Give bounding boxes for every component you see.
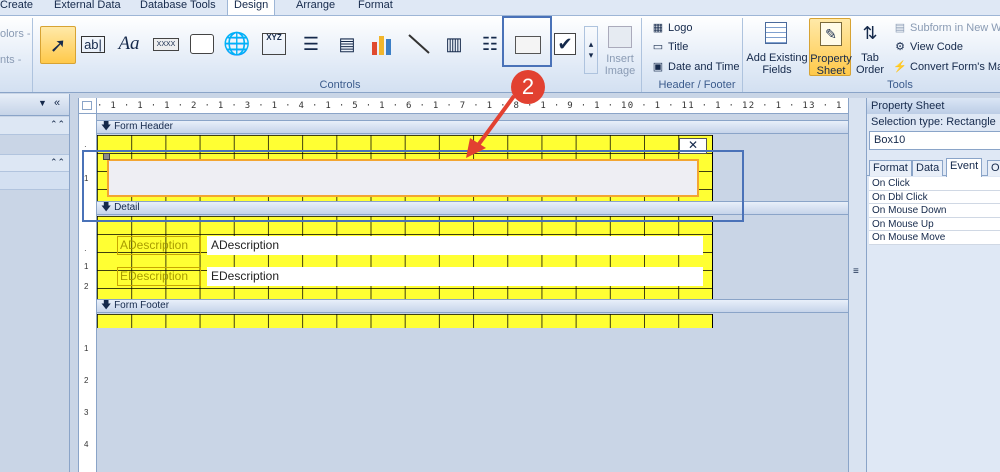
callout-step-badge: 2 bbox=[511, 70, 545, 104]
callout-arrow bbox=[466, 94, 516, 158]
